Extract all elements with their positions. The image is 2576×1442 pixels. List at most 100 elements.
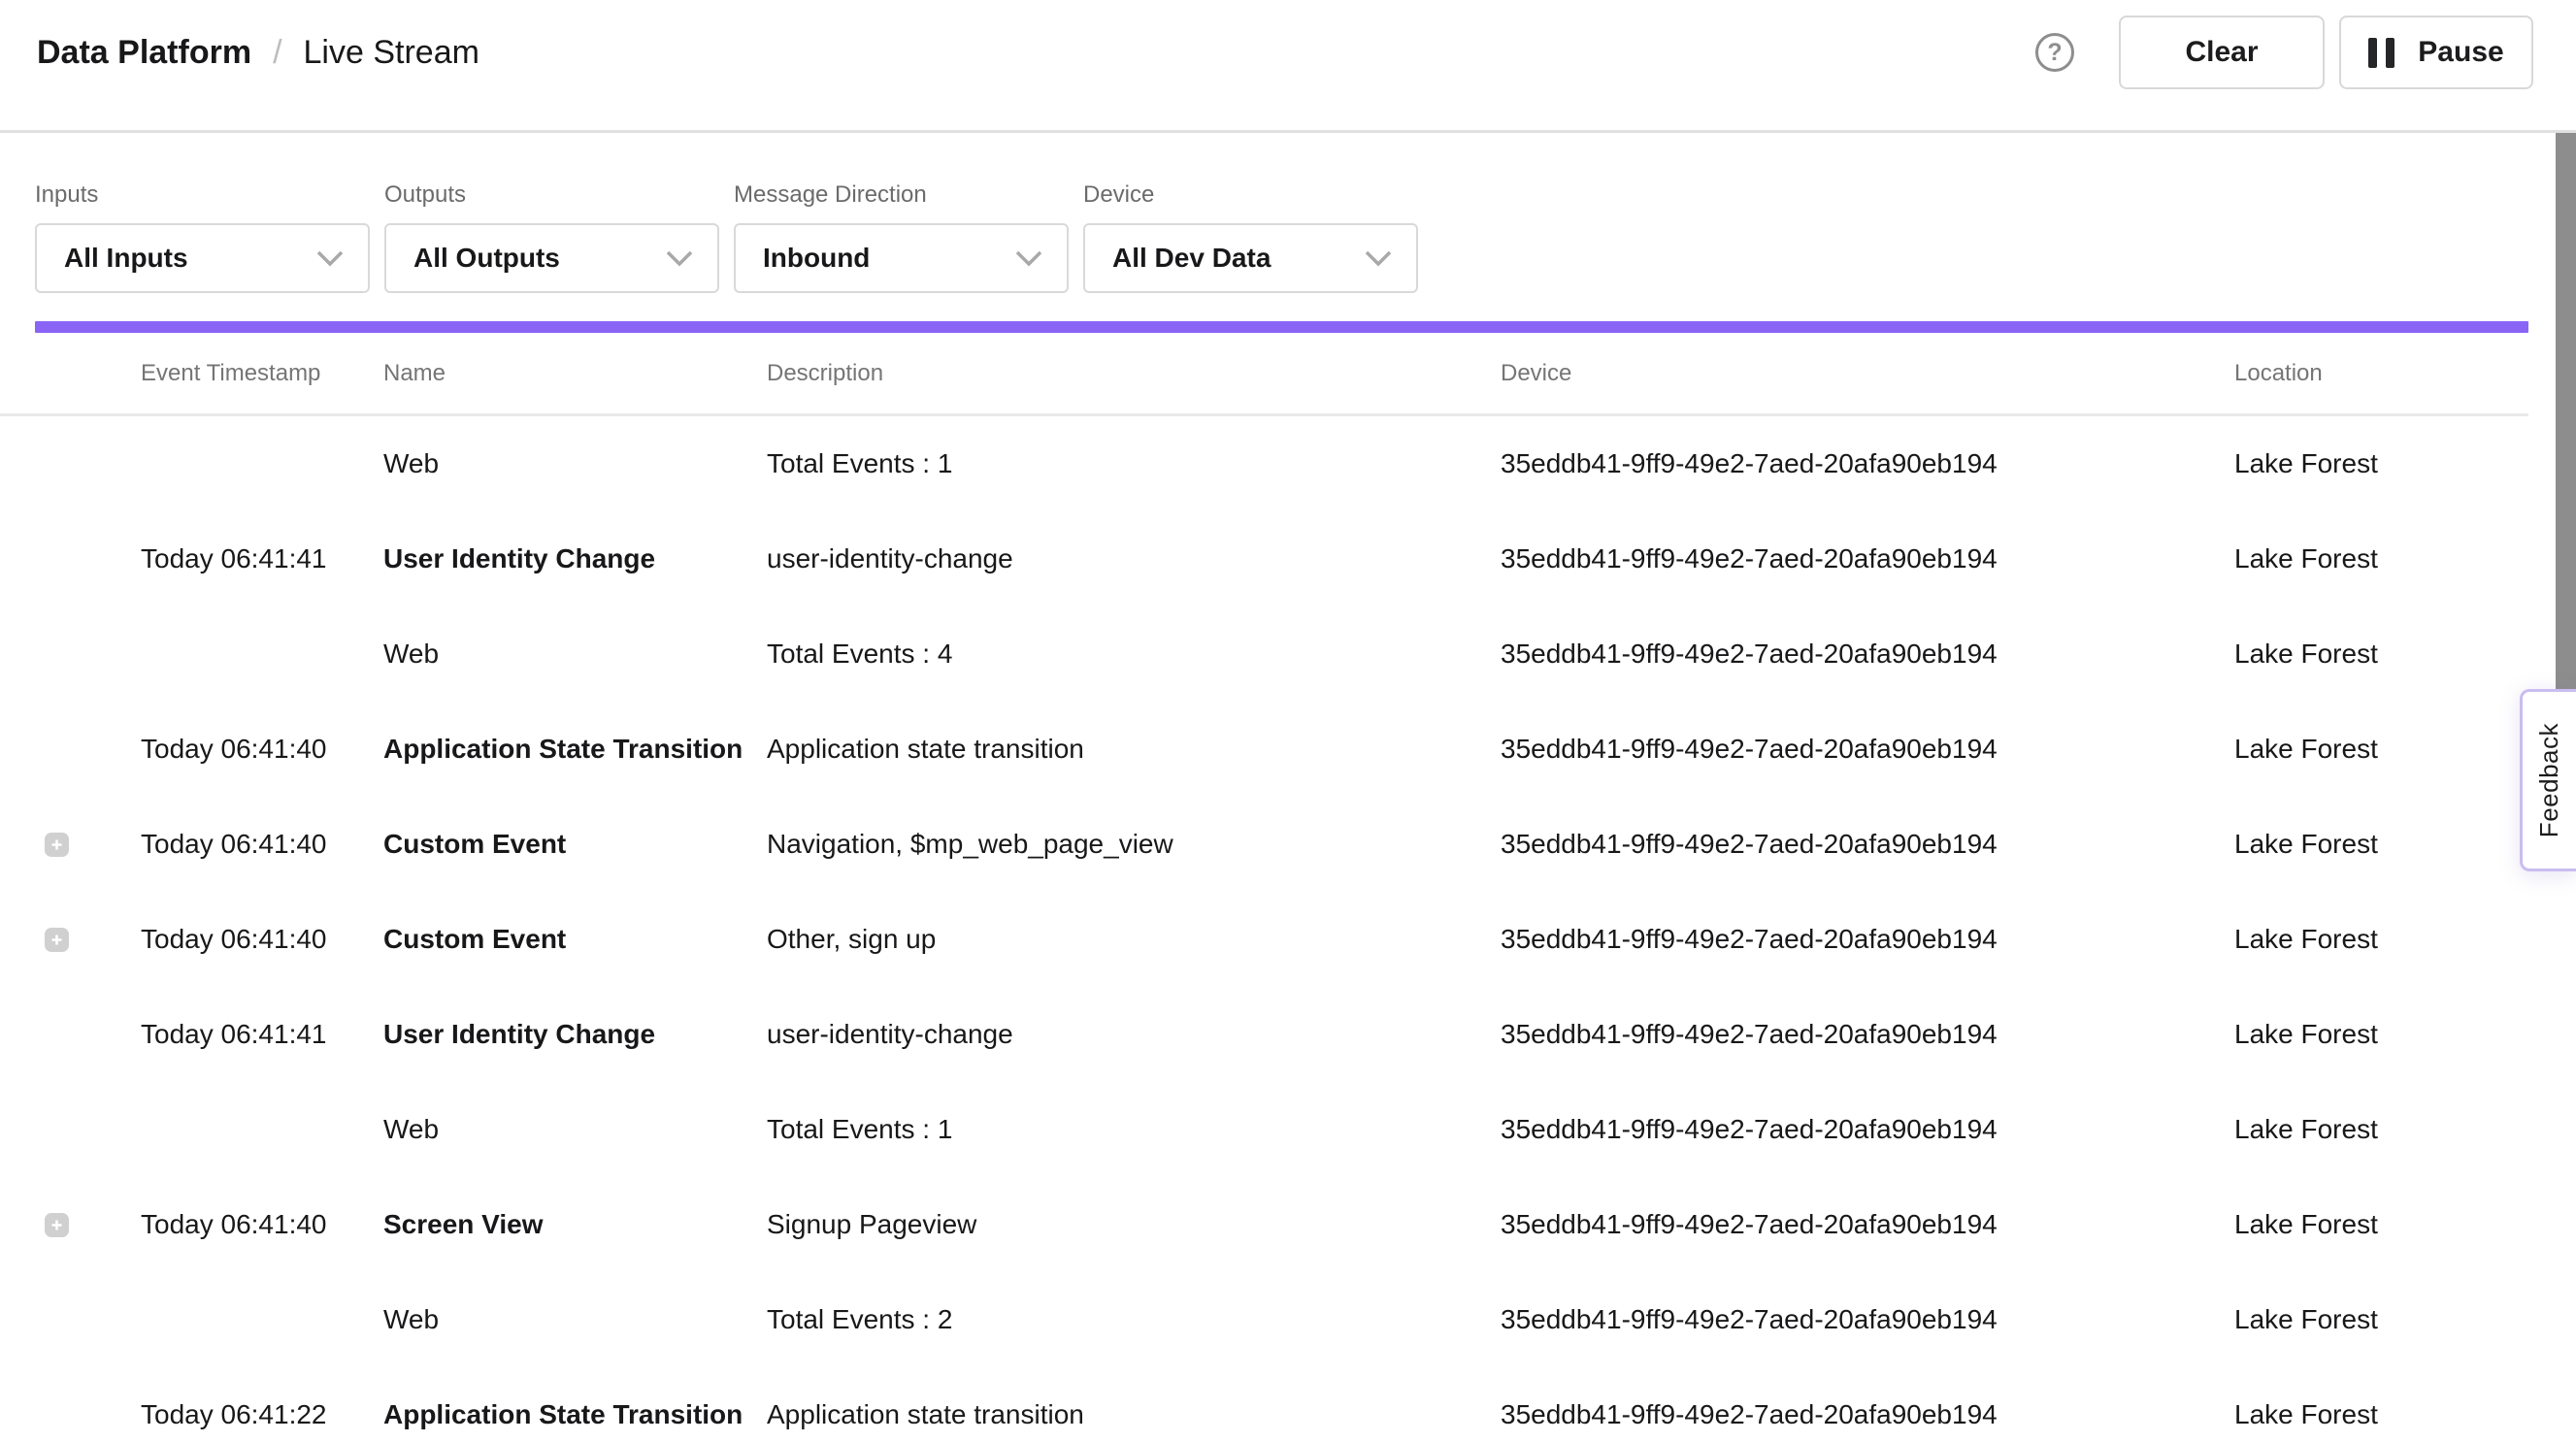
cell-description: Signup Pageview <box>767 1209 1501 1240</box>
filter-select[interactable]: All Inputs <box>35 223 370 293</box>
breadcrumb: Data Platform / Live Stream <box>37 34 479 72</box>
cell-name: Screen View <box>383 1209 767 1240</box>
cell-name: Application State Transition <box>383 1399 767 1430</box>
cell-location: Lake Forest <box>2234 734 2528 765</box>
table-header-row: Event TimestampNameDescriptionDeviceLoca… <box>0 333 2528 416</box>
cell-name: Web <box>383 1304 767 1335</box>
expand-plus-icon[interactable] <box>45 833 69 857</box>
cell-name: Custom Event <box>383 924 767 955</box>
filter-label: Outputs <box>384 181 719 209</box>
table-row[interactable]: Web Total Events : 1 35eddb41-9ff9-49e2-… <box>0 1082 2528 1177</box>
cell-name: Web <box>383 448 767 479</box>
cell-name: User Identity Change <box>383 543 767 574</box>
table-row[interactable]: Web Total Events : 2 35eddb41-9ff9-49e2-… <box>0 1272 2528 1367</box>
vertical-scrollbar-thumb[interactable] <box>2556 133 2576 691</box>
filter-label: Inputs <box>35 181 370 209</box>
cell-event-timestamp: Today 06:41:40 <box>141 734 383 765</box>
cell-location: Lake Forest <box>2234 543 2528 574</box>
cell-device: 35eddb41-9ff9-49e2-7aed-20afa90eb194 <box>1501 1114 2234 1145</box>
cell-device: 35eddb41-9ff9-49e2-7aed-20afa90eb194 <box>1501 448 2234 479</box>
expand-cell <box>0 1403 141 1427</box>
cell-location: Lake Forest <box>2234 924 2528 955</box>
cell-event-timestamp: Today 06:41:41 <box>141 1019 383 1050</box>
cell-device: 35eddb41-9ff9-49e2-7aed-20afa90eb194 <box>1501 829 2234 860</box>
cell-device: 35eddb41-9ff9-49e2-7aed-20afa90eb194 <box>1501 639 2234 670</box>
stream-accent-bar <box>35 321 2528 333</box>
cell-description: Application state transition <box>767 1399 1501 1430</box>
expand-cell <box>0 452 141 476</box>
filter-label: Message Direction <box>734 181 1069 209</box>
header-actions: ? Clear Pause <box>2035 16 2533 89</box>
column-header: Name <box>383 360 767 387</box>
cell-name: Custom Event <box>383 829 767 860</box>
cell-description: Total Events : 2 <box>767 1304 1501 1335</box>
page-title: Live Stream <box>304 34 479 72</box>
breadcrumb-root[interactable]: Data Platform <box>37 34 251 72</box>
filter-select[interactable]: Inbound <box>734 223 1069 293</box>
expand-plus-icon[interactable] <box>45 1213 69 1237</box>
cell-event-timestamp: Today 06:41:40 <box>141 924 383 955</box>
table-row[interactable]: Today 06:41:40 Application State Transit… <box>0 702 2528 797</box>
chevron-down-icon <box>315 249 345 268</box>
expand-cell <box>0 1308 141 1332</box>
expand-cell <box>0 642 141 667</box>
pause-icon <box>2368 38 2394 68</box>
column-header: Event Timestamp <box>141 360 383 387</box>
table-row[interactable]: Today 06:41:41 User Identity Change user… <box>0 987 2528 1082</box>
table-row[interactable]: Today 06:41:41 User Identity Change user… <box>0 511 2528 606</box>
filter-selected-value: All Dev Data <box>1112 243 1271 274</box>
column-header: Location <box>2234 360 2528 387</box>
breadcrumb-separator-icon: / <box>273 34 281 72</box>
cell-location: Lake Forest <box>2234 829 2528 860</box>
cell-description: Total Events : 1 <box>767 1114 1501 1145</box>
cell-description: user-identity-change <box>767 1019 1501 1050</box>
cell-location: Lake Forest <box>2234 1209 2528 1240</box>
table-row[interactable]: Today 06:41:40 Custom Event Other, sign … <box>0 892 2528 987</box>
cell-device: 35eddb41-9ff9-49e2-7aed-20afa90eb194 <box>1501 1209 2234 1240</box>
filter-select[interactable]: All Dev Data <box>1083 223 1418 293</box>
cell-description: Application state transition <box>767 734 1501 765</box>
cell-description: Navigation, $mp_web_page_view <box>767 829 1501 860</box>
pause-button[interactable]: Pause <box>2339 16 2533 89</box>
filter-outputs: Outputs All Outputs <box>384 181 719 293</box>
expand-cell <box>0 928 141 952</box>
cell-location: Lake Forest <box>2234 1399 2528 1430</box>
cell-location: Lake Forest <box>2234 448 2528 479</box>
cell-description: user-identity-change <box>767 543 1501 574</box>
filter-message-direction: Message Direction Inbound <box>734 181 1069 293</box>
table-row[interactable]: Today 06:41:40 Screen View Signup Pagevi… <box>0 1177 2528 1272</box>
cell-name: Web <box>383 1114 767 1145</box>
expand-plus-icon[interactable] <box>45 928 69 952</box>
filter-label: Device <box>1083 181 1418 209</box>
clear-button-label: Clear <box>2185 36 2258 69</box>
table-row[interactable]: Today 06:41:22 Application State Transit… <box>0 1367 2528 1442</box>
table-row[interactable]: Today 06:41:40 Custom Event Navigation, … <box>0 797 2528 892</box>
feedback-tab[interactable]: Feedback <box>2520 689 2576 871</box>
expand-cell <box>0 833 141 857</box>
chevron-down-icon <box>1014 249 1043 268</box>
expand-cell <box>0 1118 141 1142</box>
clear-button[interactable]: Clear <box>2119 16 2325 89</box>
filter-inputs: Inputs All Inputs <box>35 181 370 293</box>
cell-name: Application State Transition <box>383 734 767 765</box>
help-icon[interactable]: ? <box>2035 33 2074 72</box>
cell-description: Total Events : 4 <box>767 639 1501 670</box>
filter-select[interactable]: All Outputs <box>384 223 719 293</box>
table-row[interactable]: Web Total Events : 4 35eddb41-9ff9-49e2-… <box>0 606 2528 702</box>
cell-device: 35eddb41-9ff9-49e2-7aed-20afa90eb194 <box>1501 734 2234 765</box>
cell-event-timestamp: Today 06:41:41 <box>141 543 383 574</box>
filters-row: Inputs All Inputs Outputs All Outputs Me… <box>0 133 2576 293</box>
cell-location: Lake Forest <box>2234 1019 2528 1050</box>
cell-description: Total Events : 1 <box>767 448 1501 479</box>
filter-selected-value: Inbound <box>763 243 870 274</box>
cell-name: Web <box>383 639 767 670</box>
cell-device: 35eddb41-9ff9-49e2-7aed-20afa90eb194 <box>1501 1019 2234 1050</box>
cell-device: 35eddb41-9ff9-49e2-7aed-20afa90eb194 <box>1501 924 2234 955</box>
table-row[interactable]: Web Total Events : 1 35eddb41-9ff9-49e2-… <box>0 416 2528 511</box>
feedback-tab-label: Feedback <box>2534 723 2564 837</box>
chevron-down-icon <box>1364 249 1393 268</box>
cell-location: Lake Forest <box>2234 1304 2528 1335</box>
expand-cell <box>0 1023 141 1047</box>
pause-button-label: Pause <box>2418 36 2503 69</box>
live-stream-table: Event TimestampNameDescriptionDeviceLoca… <box>0 333 2528 1442</box>
